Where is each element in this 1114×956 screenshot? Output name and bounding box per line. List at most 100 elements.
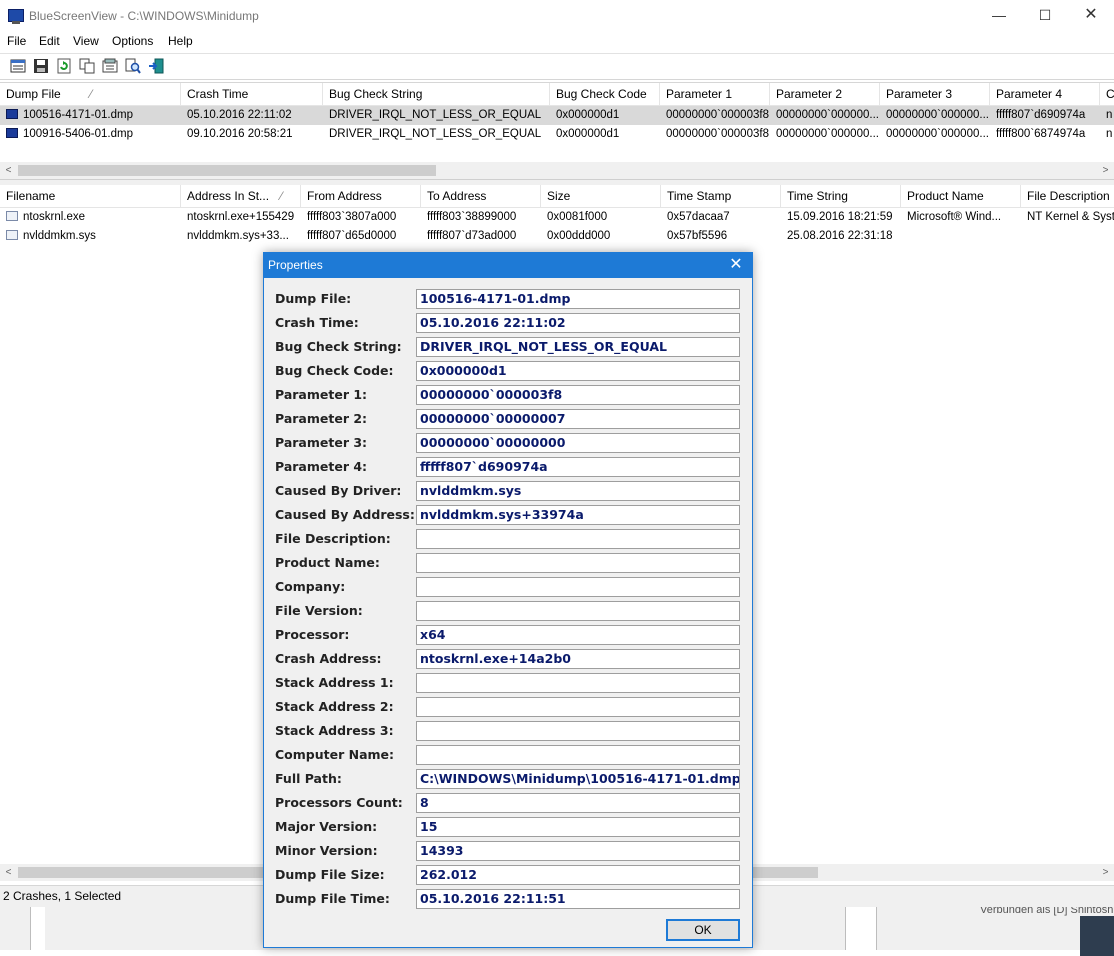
crash-list-scrollbar[interactable]: < > (0, 162, 1114, 179)
column-header-time-string[interactable]: Time String (781, 185, 901, 207)
property-value-field[interactable]: 05.10.2016 22:11:51 (416, 889, 740, 909)
driver-row[interactable]: nvlddmkm.sys nvlddmkm.sys+33... fffff807… (0, 227, 1114, 246)
cell-file-description (1021, 227, 1114, 246)
column-header-from-address[interactable]: From Address (301, 185, 421, 207)
cell-bug-check-code: 0x000000d1 (556, 109, 620, 121)
property-label: Computer Name: (275, 747, 395, 762)
column-header-filename[interactable]: Filename (0, 185, 181, 207)
sort-arrow-icon: ⁄ (280, 189, 283, 203)
property-value-field[interactable]: C:\WINDOWS\Minidump\100516-4171-01.dmp (416, 769, 740, 789)
properties-dialog: Properties ✕ Dump File: 100516-4171-01.dm… (263, 252, 753, 948)
property-label: Dump File Time: (275, 891, 390, 906)
scroll-right-button[interactable]: > (1097, 864, 1114, 881)
column-header-caused-by[interactable]: C (1100, 83, 1114, 105)
property-value-field[interactable] (416, 553, 740, 573)
driver-row[interactable]: ntoskrnl.exe ntoskrnl.exe+155429 fffff80… (0, 208, 1114, 227)
property-value-field[interactable]: fffff807`d690974a (416, 457, 740, 477)
maximize-button[interactable]: ☐ (1022, 0, 1068, 32)
crash-row[interactable]: 100516-4171-01.dmp 05.10.2016 22:11:02 D… (0, 106, 1114, 125)
cell-parameter-3: 00000000`000000... (886, 128, 989, 140)
refresh-icon[interactable] (56, 58, 72, 74)
menu-edit[interactable]: Edit (39, 34, 60, 48)
menu-help[interactable]: Help (168, 34, 193, 48)
column-header-bug-check-code[interactable]: Bug Check Code (550, 83, 660, 105)
html-report-icon[interactable] (102, 58, 118, 74)
property-value-field[interactable] (416, 529, 740, 549)
column-header-parameter-2[interactable]: Parameter 2 (770, 83, 880, 105)
property-value-field[interactable]: nvlddmkm.sys+33974a (416, 505, 740, 525)
app-monitor-icon (8, 9, 24, 24)
column-header-dump-file[interactable]: Dump File ⁄ (0, 83, 181, 105)
property-value-field[interactable]: ntoskrnl.exe+14a2b0 (416, 649, 740, 669)
property-value-field[interactable] (416, 721, 740, 741)
close-window-button[interactable]: ✕ (1068, 0, 1114, 32)
column-header-parameter-4[interactable]: Parameter 4 (990, 83, 1100, 105)
column-header-bug-check-string[interactable]: Bug Check String (323, 83, 550, 105)
column-header-parameter-1[interactable]: Parameter 1 (660, 83, 770, 105)
crash-row[interactable]: 100916-5406-01.dmp 09.10.2016 20:58:21 D… (0, 125, 1114, 144)
column-header-address-in-stack[interactable]: Address In St... ⁄ (181, 185, 301, 207)
cell-address-in-stack: nvlddmkm.sys+33... (187, 230, 289, 242)
column-header-file-description[interactable]: File Description (1021, 185, 1114, 207)
property-value-field[interactable] (416, 673, 740, 693)
cell-dump-file: 100916-5406-01.dmp (23, 128, 133, 140)
scrollbar-thumb[interactable] (18, 165, 436, 176)
column-header-product-name[interactable]: Product Name (901, 185, 1021, 207)
property-value-field[interactable] (416, 601, 740, 621)
property-value-field[interactable]: 8 (416, 793, 740, 813)
property-label: Dump File Size: (275, 867, 385, 882)
property-label: File Version: (275, 603, 363, 618)
cell-file-description: NT Kernel & Syst (1027, 211, 1114, 223)
dialog-title-bar[interactable]: Properties ✕ (264, 253, 752, 278)
cell-crash-time: 09.10.2016 20:58:21 (187, 128, 293, 140)
cell-time-stamp: 0x57bf5596 (667, 230, 728, 242)
cell-parameter-4: fffff800`6874974a (996, 128, 1086, 140)
property-value-field[interactable]: 262.012 (416, 865, 740, 885)
menu-view[interactable]: View (73, 34, 99, 48)
property-value-field[interactable]: 14393 (416, 841, 740, 861)
property-value-field[interactable]: DRIVER_IRQL_NOT_LESS_OR_EQUAL (416, 337, 740, 357)
cell-to-address: fffff807`d73ad000 (427, 230, 517, 242)
property-value-field[interactable] (416, 697, 740, 717)
cell-parameter-1: 00000000`000003f8 (666, 109, 769, 121)
property-value-field[interactable]: 0x000000d1 (416, 361, 740, 381)
property-value-field[interactable]: x64 (416, 625, 740, 645)
scroll-right-button[interactable]: > (1097, 162, 1114, 179)
property-value-field[interactable]: nvlddmkm.sys (416, 481, 740, 501)
cell-filename: ntoskrnl.exe (23, 211, 86, 223)
column-header-time-stamp[interactable]: Time Stamp (661, 185, 781, 207)
scroll-left-button[interactable]: < (0, 162, 17, 179)
cell-size: 0x0081f000 (547, 211, 608, 223)
property-label: Parameter 3: (275, 435, 368, 450)
cell-filename: nvlddmkm.sys (23, 230, 96, 242)
minimize-button[interactable]: — (976, 0, 1022, 32)
column-header-to-address[interactable]: To Address (421, 185, 541, 207)
property-value-field[interactable] (416, 577, 740, 597)
copy-icon[interactable] (79, 58, 95, 74)
property-value-field[interactable]: 00000000`000003f8 (416, 385, 740, 405)
property-value-field[interactable]: 15 (416, 817, 740, 837)
property-value-field[interactable]: 00000000`00000000 (416, 433, 740, 453)
close-dialog-icon[interactable]: ✕ (726, 255, 746, 275)
property-value-field[interactable]: 00000000`00000007 (416, 409, 740, 429)
property-value-field[interactable]: 05.10.2016 22:11:02 (416, 313, 740, 333)
title-bar[interactable]: BlueScreenView - C:\WINDOWS\Minidump — ☐… (0, 0, 1114, 32)
dialog-title: Properties (268, 258, 323, 272)
column-header-parameter-3[interactable]: Parameter 3 (880, 83, 990, 105)
scroll-left-button[interactable]: < (0, 864, 17, 881)
menu-options[interactable]: Options (112, 34, 153, 48)
save-icon[interactable] (33, 58, 49, 74)
property-value-field[interactable]: 100516-4171-01.dmp (416, 289, 740, 309)
column-header-size[interactable]: Size (541, 185, 661, 207)
find-icon[interactable] (125, 58, 141, 74)
menu-file[interactable]: File (7, 34, 26, 48)
toolbar (0, 53, 1114, 80)
cell-product-name (901, 227, 1021, 246)
property-value-field[interactable] (416, 745, 740, 765)
exit-icon[interactable] (148, 58, 164, 74)
column-header-crash-time[interactable]: Crash Time (181, 83, 323, 105)
property-label: Caused By Driver: (275, 483, 402, 498)
property-label: Parameter 2: (275, 411, 368, 426)
ok-button[interactable]: OK (666, 919, 740, 941)
properties-icon[interactable] (10, 58, 26, 74)
